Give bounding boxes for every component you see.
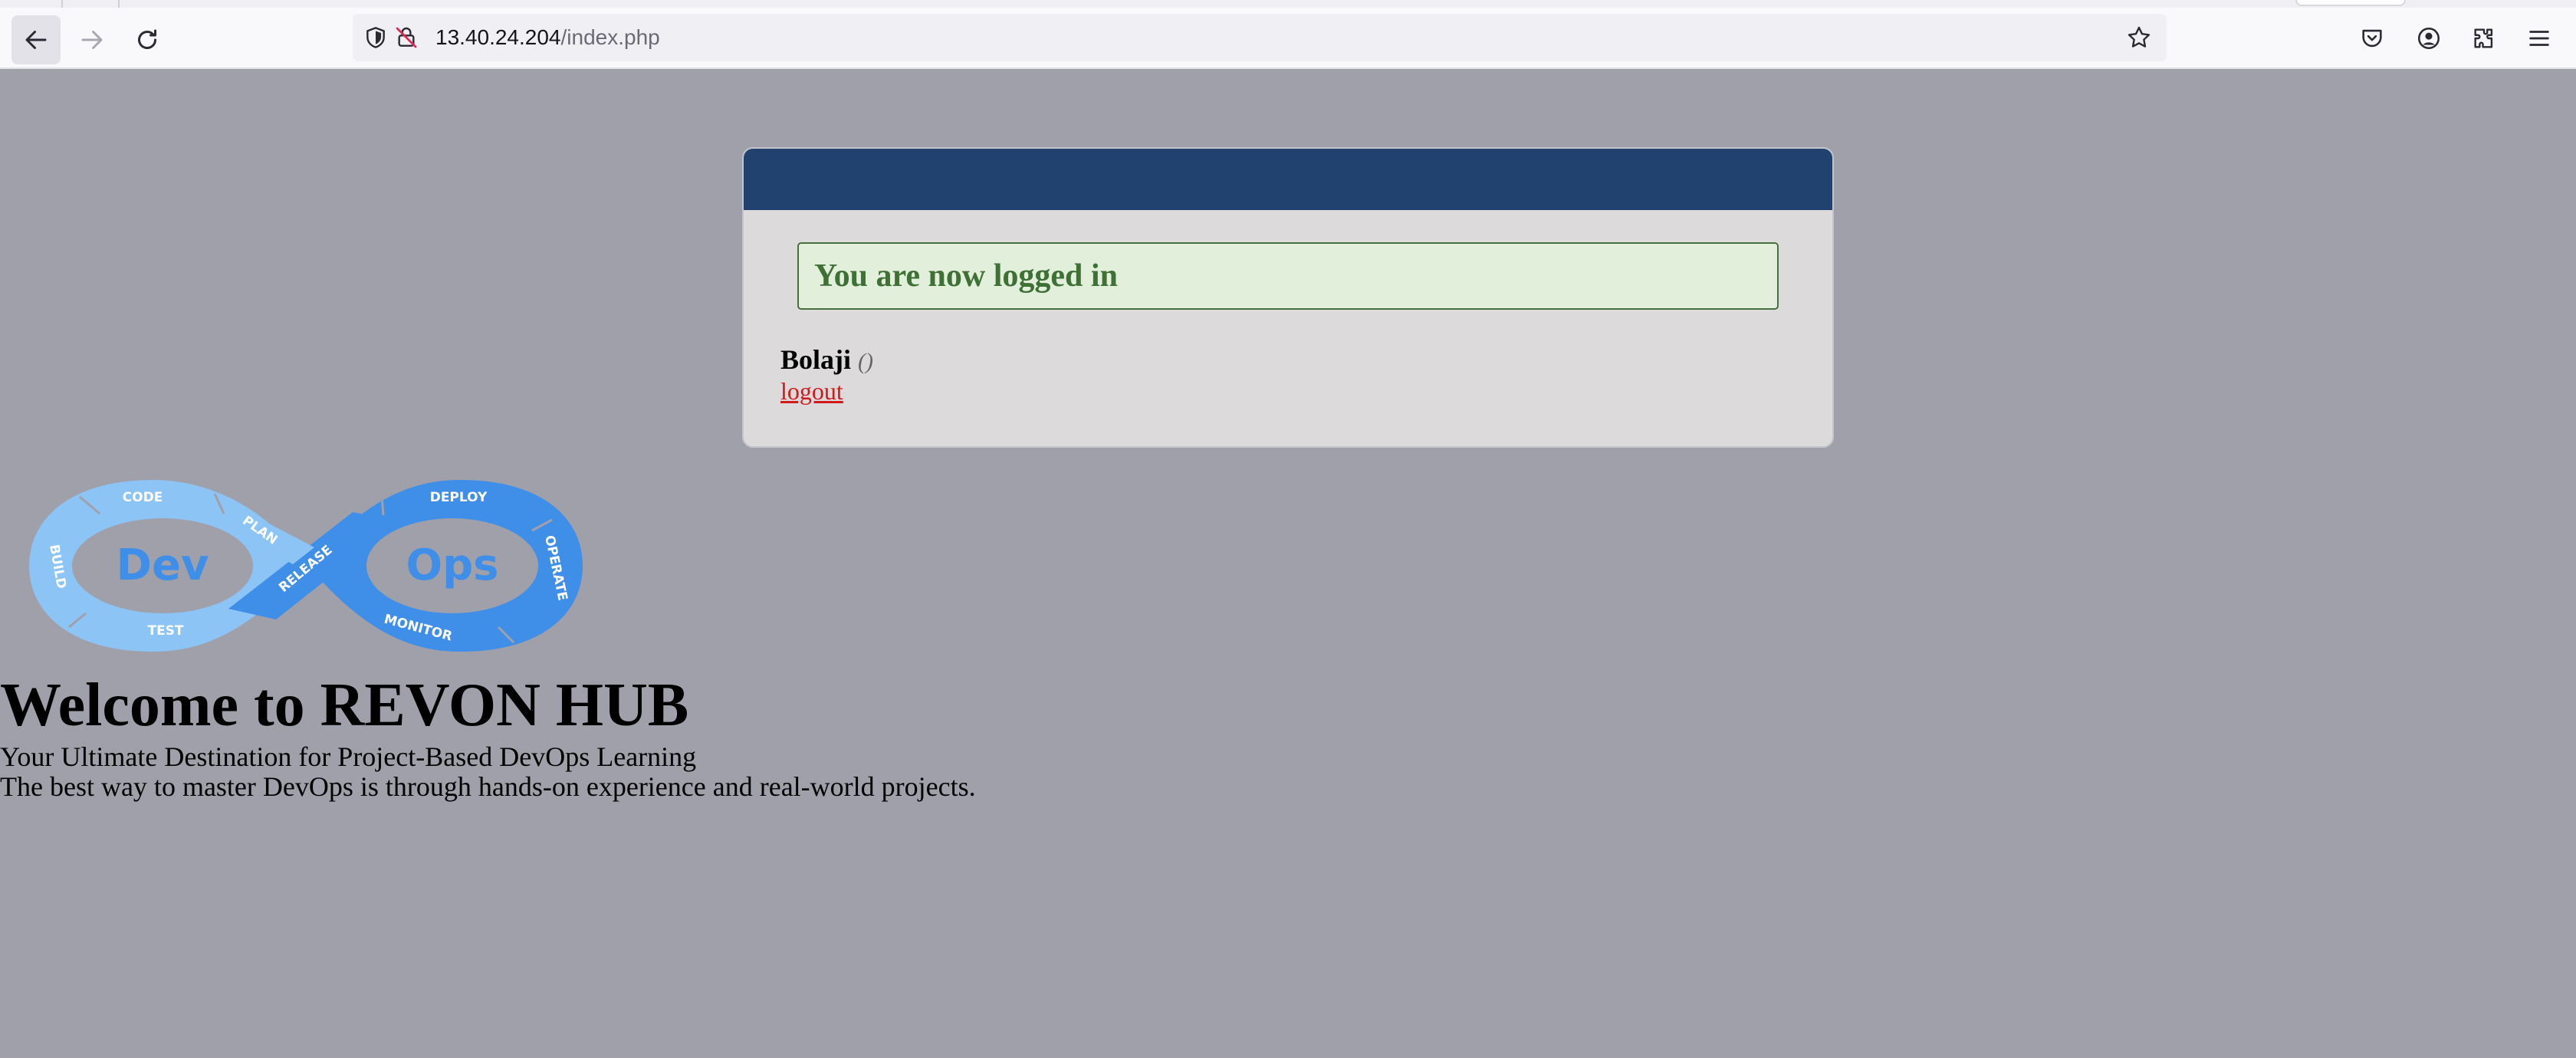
pocket-icon xyxy=(2362,29,2382,48)
devops-logo: Dev Ops CODE PLAN BUILD TEST RELEASE DEP… xyxy=(29,480,583,652)
page-tagline: Your Ultimate Destination for Project-Ba… xyxy=(0,741,697,772)
insecure-lock-icon[interactable] xyxy=(391,22,422,53)
url-text[interactable]: 13.40.24.204/index.php xyxy=(435,25,660,50)
login-status-card: You are now logged in Bolaji () logout xyxy=(742,147,1834,448)
hamburger-menu-icon xyxy=(2529,31,2549,46)
reload-button[interactable] xyxy=(123,15,172,64)
tab-separator xyxy=(61,0,63,8)
bookmark-button[interactable] xyxy=(2124,22,2154,53)
back-arrow-icon xyxy=(25,31,47,49)
account-icon xyxy=(2417,27,2440,50)
pocket-button[interactable] xyxy=(2354,20,2390,57)
back-button[interactable] xyxy=(12,15,61,64)
stage-test: TEST xyxy=(147,623,183,639)
account-button[interactable] xyxy=(2410,20,2447,57)
tab-strip xyxy=(0,0,2576,8)
logo-ops-word: Ops xyxy=(406,540,498,590)
success-message-box: You are now logged in xyxy=(797,242,1779,310)
username: Bolaji xyxy=(780,344,852,375)
stage-code: CODE xyxy=(123,490,163,505)
extensions-button[interactable] xyxy=(2466,20,2502,57)
url-path: /index.php xyxy=(560,25,660,49)
logo-dev-word: Dev xyxy=(117,540,209,590)
forward-arrow-icon xyxy=(81,31,103,49)
url-host: 13.40.24.204 xyxy=(435,25,561,49)
shield-icon[interactable] xyxy=(360,22,391,53)
active-tab-edge[interactable] xyxy=(2295,0,2406,6)
success-message: You are now logged in xyxy=(814,258,1118,294)
forward-button[interactable] xyxy=(67,15,117,64)
page-description: The best way to master DevOps is through… xyxy=(0,771,976,802)
logout-link[interactable]: logout xyxy=(780,377,843,406)
browser-toolbar: 13.40.24.204/index.php xyxy=(0,0,2576,69)
page-title: Welcome to REVON HUB xyxy=(0,672,689,739)
reload-icon xyxy=(138,29,156,49)
user-info: Bolaji () xyxy=(780,343,873,376)
tab-separator xyxy=(118,0,120,8)
card-header xyxy=(744,149,1832,210)
address-bar[interactable]: 13.40.24.204/index.php xyxy=(353,14,2167,61)
stage-deploy: DEPLOY xyxy=(430,490,488,505)
star-icon xyxy=(2128,26,2150,48)
extensions-icon xyxy=(2474,28,2493,48)
menu-button[interactable] xyxy=(2521,20,2558,57)
user-role: () xyxy=(858,349,873,374)
